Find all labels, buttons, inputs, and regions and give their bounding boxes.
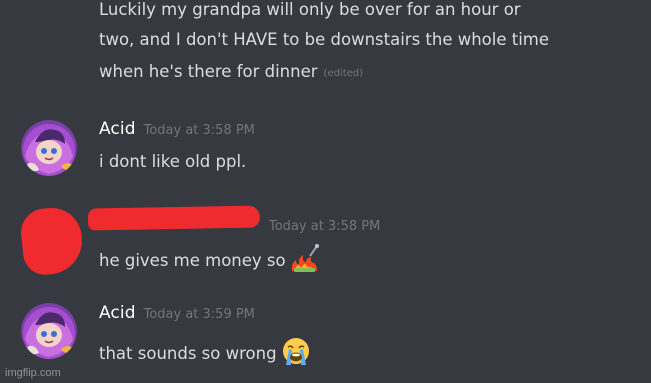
message-text: that sounds so wrong bbox=[99, 336, 312, 368]
anime-character-avatar-icon bbox=[21, 120, 77, 176]
username[interactable]: Acid bbox=[99, 119, 136, 139]
username[interactable]: Acid bbox=[99, 303, 136, 323]
message-header: Acid Today at 3:59 PM bbox=[99, 303, 255, 323]
message-text-line: two, and I don't HAVE to be downstairs t… bbox=[99, 30, 550, 49]
avatar[interactable] bbox=[21, 120, 77, 176]
timestamp[interactable]: Today at 3:58 PM bbox=[269, 219, 380, 234]
message-text-content: he gives me money so bbox=[99, 251, 286, 270]
avatar[interactable] bbox=[21, 303, 77, 359]
timestamp[interactable]: Today at 3:59 PM bbox=[144, 307, 255, 322]
chat-message-list: Luckily my grandpa will only be over for… bbox=[0, 0, 651, 383]
message-text-line: Luckily my grandpa will only be over for… bbox=[99, 0, 521, 19]
message-text-content: that sounds so wrong bbox=[99, 344, 277, 363]
loudly-crying-face-emoji-icon bbox=[280, 336, 312, 368]
redacted-username[interactable] bbox=[87, 205, 261, 231]
message-text-line: when he's there for dinner (edited) bbox=[99, 56, 363, 91]
edited-label: (edited) bbox=[323, 68, 364, 79]
timestamp[interactable]: Today at 3:58 PM bbox=[144, 123, 255, 138]
watermark: imgflip.com bbox=[5, 367, 61, 379]
anime-character-avatar-icon bbox=[21, 303, 77, 359]
message-text: when he's there for dinner bbox=[99, 62, 318, 81]
message-header: Acid Today at 3:58 PM bbox=[99, 119, 255, 139]
message-text: i dont like old ppl. bbox=[99, 152, 247, 171]
redacted-avatar[interactable] bbox=[18, 205, 86, 277]
money-with-fire-emoji-icon bbox=[289, 243, 321, 275]
message-text: he gives me money so bbox=[99, 243, 321, 275]
message-header: Today at 3:58 PM bbox=[269, 215, 380, 234]
